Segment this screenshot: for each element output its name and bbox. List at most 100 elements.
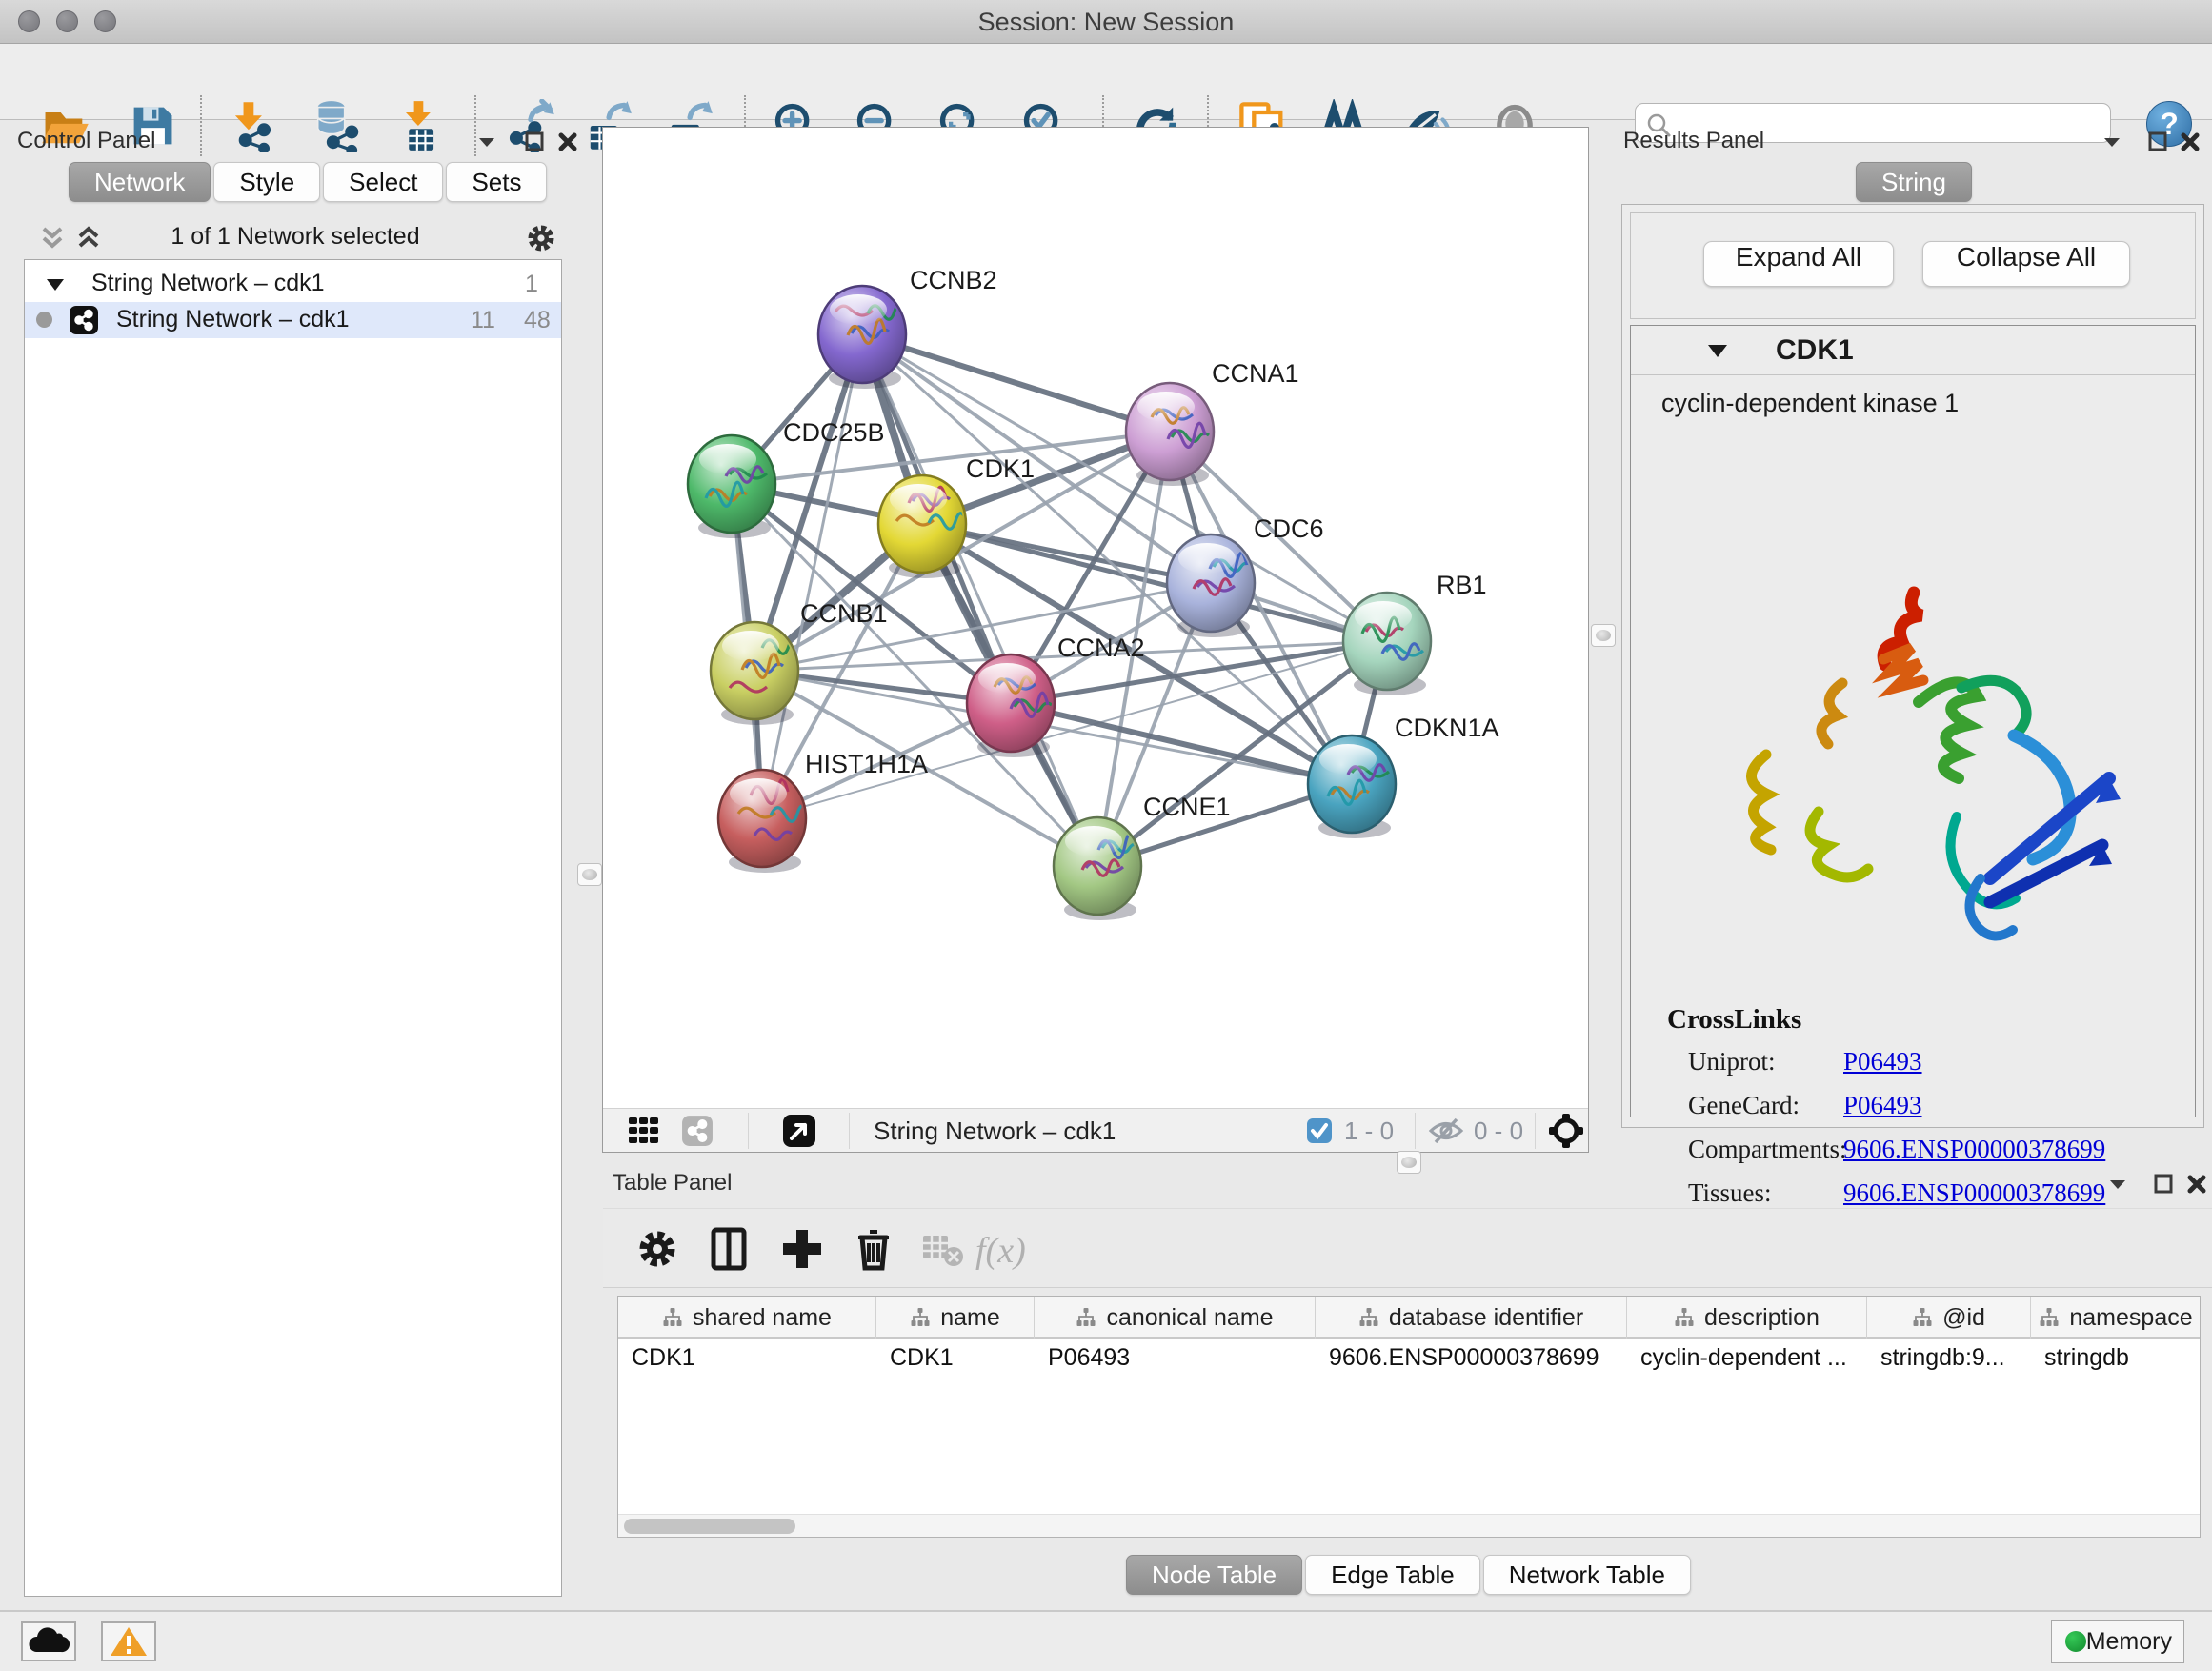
node-label-ccna2: CCNA2 <box>1057 634 1145 662</box>
crosslink-label: Compartments: <box>1688 1135 1846 1164</box>
edge-CCNB2-CCNA1[interactable] <box>862 334 1170 432</box>
table-cell[interactable]: cyclin-dependent ... <box>1627 1340 1867 1379</box>
tab-sets[interactable]: Sets <box>446 162 547 202</box>
node-count: 11 <box>471 307 495 334</box>
hidden-node-edge-counts: 0 - 0 <box>1474 1117 1523 1146</box>
gear-icon[interactable] <box>524 221 558 255</box>
float-panel-icon[interactable] <box>2149 1170 2178 1198</box>
node-hist1h1a[interactable]: HIST1H1A <box>718 750 928 873</box>
network-canvas[interactable]: CCNB2CCNA1CDC25BCDK1CDC6RB1CCNB1CCNA2CDK… <box>603 128 1588 1108</box>
memory-button[interactable]: Memory <box>2051 1620 2184 1663</box>
show-columns-icon[interactable] <box>704 1224 754 1274</box>
tab-string[interactable]: String <box>1856 162 1972 202</box>
panel-menu-icon[interactable] <box>2103 1170 2132 1198</box>
scrollbar-thumb[interactable] <box>624 1519 795 1534</box>
collection-label: String Network – cdk1 <box>91 270 325 297</box>
panel-menu-icon[interactable] <box>473 128 501 156</box>
table-cell[interactable]: stringdb:9... <box>1867 1340 2031 1379</box>
node-label-cdc25b: CDC25B <box>783 418 885 447</box>
node-label-ccne1: CCNE1 <box>1143 793 1231 821</box>
left-splitter-handle[interactable] <box>577 863 602 886</box>
float-panel-icon[interactable] <box>2143 128 2172 156</box>
node-table[interactable]: shared namenamecanonical namedatabase id… <box>617 1296 2201 1538</box>
crosslinks-title: CrossLinks <box>1667 1004 1801 1036</box>
close-panel-icon[interactable] <box>553 128 582 156</box>
window-title: Session: New Session <box>0 8 2212 37</box>
protein-structure-image <box>1676 574 2152 983</box>
column-header--id[interactable]: @id <box>1867 1297 2031 1339</box>
node-cdk1[interactable]: CDK1 <box>878 454 1035 578</box>
node-ccna1[interactable]: CCNA1 <box>1126 359 1299 486</box>
column-header-shared-name[interactable]: shared name <box>618 1297 876 1339</box>
table-cell[interactable]: P06493 <box>1035 1340 1316 1379</box>
table-cell[interactable]: CDK1 <box>618 1340 876 1379</box>
detach-view-icon[interactable] <box>782 1114 816 1148</box>
string-results-container: Expand All Collapse All CDK1 cyclin-depe… <box>1621 204 2204 1128</box>
main-toolbar: ? <box>0 44 2212 120</box>
collapse-triangle-icon[interactable] <box>1705 341 1730 362</box>
birdseye-crosshair-icon[interactable] <box>1548 1113 1584 1149</box>
network-view-panel[interactable]: CCNB2CCNA1CDC25BCDK1CDC6RB1CCNB1CCNA2CDK… <box>602 127 1589 1153</box>
crosslink-value-link[interactable]: P06493 <box>1843 1091 1922 1120</box>
node-label-ccnb2: CCNB2 <box>910 266 997 294</box>
table-panel-title: Table Panel <box>613 1170 732 1196</box>
tab-edge-table[interactable]: Edge Table <box>1305 1555 1480 1595</box>
crosslink-row: GeneCard: P06493 <box>1688 1091 2183 1135</box>
column-header-description[interactable]: description <box>1627 1297 1867 1339</box>
column-header-database-identifier[interactable]: database identifier <box>1316 1297 1627 1339</box>
node-label-rb1: RB1 <box>1437 571 1487 599</box>
network-selection-status: 1 of 1 Network selected <box>10 223 581 251</box>
table-cell[interactable]: stringdb <box>2031 1340 2201 1379</box>
expand-all-button[interactable]: Expand All <box>1703 241 1894 287</box>
selected-checkbox-icon[interactable] <box>1306 1117 1333 1144</box>
collapse-triangle-icon[interactable] <box>44 275 67 294</box>
network-icon <box>69 305 99 335</box>
table-row[interactable]: CDK1CDK1P064939606.ENSP00000378699cyclin… <box>618 1340 2201 1379</box>
tab-select[interactable]: Select <box>323 162 443 202</box>
gene-description: cyclin-dependent kinase 1 <box>1661 389 1959 418</box>
memory-status-dot <box>2065 1631 2086 1652</box>
crosslink-value-link[interactable]: 9606.ENSP00000378699 <box>1843 1135 2105 1164</box>
delete-column-icon[interactable] <box>849 1224 898 1274</box>
collection-count: 1 <box>525 271 538 298</box>
toolbar-separator <box>748 1113 749 1149</box>
tab-style[interactable]: Style <box>213 162 320 202</box>
results-panel: Results Panel String Expand All Collapse… <box>1616 120 2212 1143</box>
cloud-icon <box>23 1623 74 1660</box>
network-tree: String Network – cdk1 1 String Network –… <box>24 259 562 1597</box>
table-cell[interactable]: CDK1 <box>876 1340 1035 1379</box>
collapse-all-button[interactable]: Collapse All <box>1922 241 2130 287</box>
column-header-canonical-name[interactable]: canonical name <box>1035 1297 1316 1339</box>
node-ccne1[interactable]: CCNE1 <box>1054 793 1231 920</box>
warning-status-button[interactable] <box>101 1621 156 1661</box>
cloud-status-button[interactable] <box>21 1621 76 1661</box>
node-cdkn1a[interactable]: CDKN1A <box>1308 714 1499 838</box>
table-panel: Table Panel f(x) shared namenamecanonica… <box>603 1164 2212 1606</box>
table-cell[interactable]: 9606.ENSP00000378699 <box>1316 1340 1627 1379</box>
tab-node-table[interactable]: Node Table <box>1126 1555 1302 1595</box>
network-view-mode-icon[interactable] <box>681 1115 714 1147</box>
gene-section-header[interactable]: CDK1 <box>1631 326 2195 375</box>
float-panel-icon[interactable] <box>520 128 549 156</box>
crosslink-label: GeneCard: <box>1688 1091 1800 1120</box>
horizontal-scrollbar[interactable] <box>618 1514 2200 1537</box>
close-panel-icon[interactable] <box>2182 1170 2211 1198</box>
tab-network[interactable]: Network <box>69 162 211 202</box>
table-gear-icon[interactable] <box>633 1224 682 1274</box>
panel-menu-icon[interactable] <box>2098 128 2126 156</box>
tab-network-table[interactable]: Network Table <box>1483 1555 1691 1595</box>
column-header-namespace[interactable]: namespace <box>2031 1297 2201 1339</box>
edge-CCNB2-CCNE1[interactable] <box>862 334 1097 866</box>
network-row-selected[interactable]: String Network – cdk1 11 48 <box>25 302 561 338</box>
crosslink-row: Uniprot:P06493 <box>1688 1047 2183 1091</box>
right-splitter-handle[interactable] <box>1591 624 1616 647</box>
node-label-hist1h1a: HIST1H1A <box>805 750 928 778</box>
column-header-name[interactable]: name <box>876 1297 1035 1339</box>
gene-symbol: CDK1 <box>1776 334 1854 367</box>
add-column-icon[interactable] <box>777 1224 827 1274</box>
close-panel-icon[interactable] <box>2176 128 2204 156</box>
grid-mode-icon[interactable] <box>628 1116 660 1146</box>
network-collection-row[interactable]: String Network – cdk1 1 <box>25 266 561 302</box>
crosslink-value-link[interactable]: P06493 <box>1843 1047 1922 1077</box>
node-rb1[interactable]: RB1 <box>1343 571 1487 695</box>
